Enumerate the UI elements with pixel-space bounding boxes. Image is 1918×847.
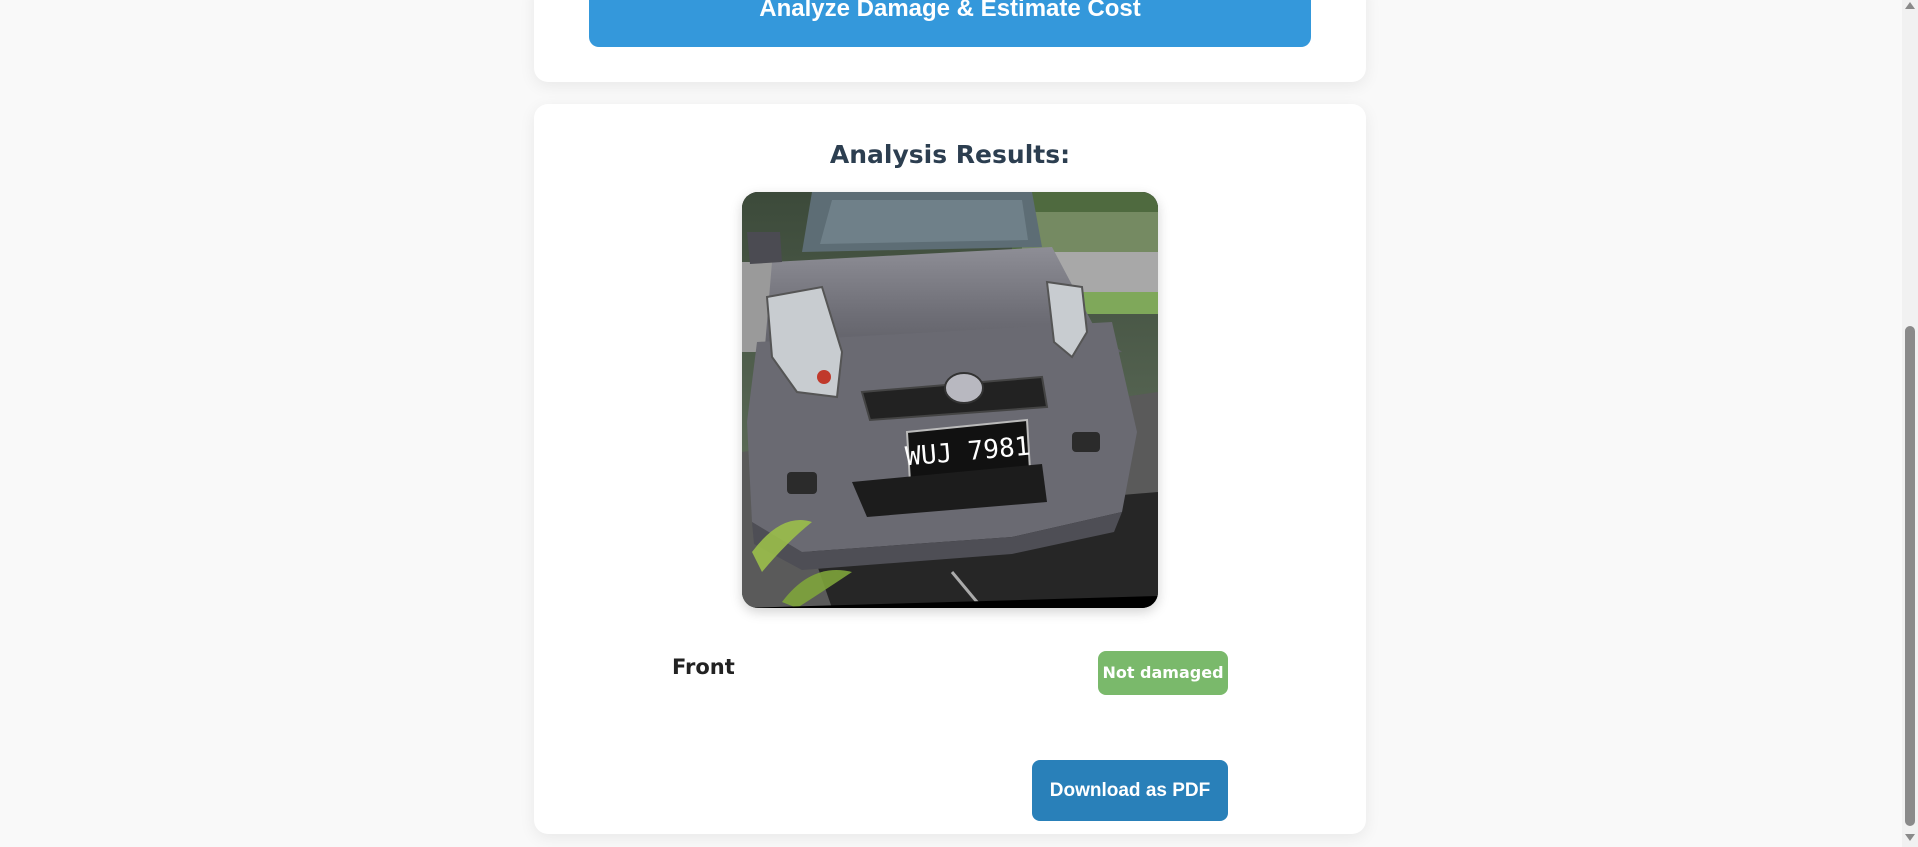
scrollbar-thumb[interactable] <box>1905 326 1915 826</box>
results-card: Analysis Results: WUJ 7981 Front Not dam… <box>534 104 1366 834</box>
download-pdf-button[interactable]: Download as PDF <box>1032 760 1228 821</box>
analyze-damage-button-label: Analyze Damage & Estimate Cost <box>759 0 1141 22</box>
scroll-up-arrow-icon[interactable] <box>1905 2 1915 9</box>
results-title: Analysis Results: <box>829 140 1071 169</box>
damage-status-badge: Not damaged <box>1098 651 1228 695</box>
analyze-card: Analyze Damage & Estimate Cost <box>534 0 1366 82</box>
car-photo: WUJ 7981 <box>742 192 1158 608</box>
analyze-damage-button[interactable]: Analyze Damage & Estimate Cost <box>589 0 1311 47</box>
result-part-label: Front <box>672 655 735 679</box>
scroll-down-arrow-icon[interactable] <box>1905 834 1915 841</box>
car-image: WUJ 7981 <box>742 192 1158 608</box>
vertical-scrollbar[interactable] <box>1902 0 1918 847</box>
